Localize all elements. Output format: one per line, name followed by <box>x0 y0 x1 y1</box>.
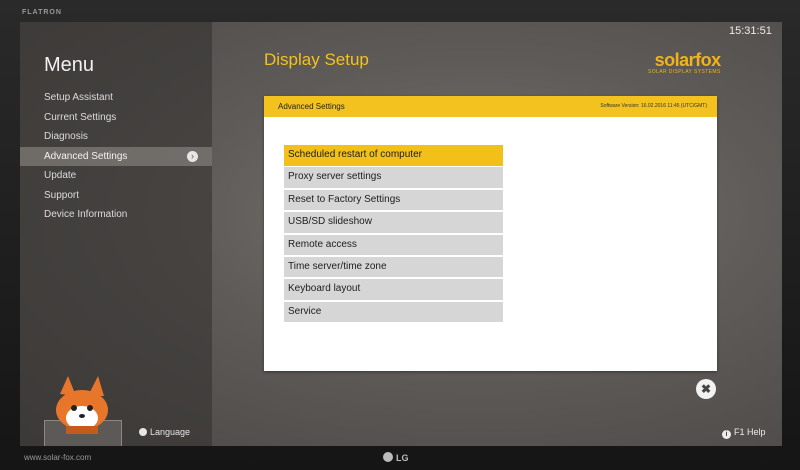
sidebar-item-diagnosis[interactable]: Diagnosis <box>20 127 212 147</box>
option-usb-sd-slideshow[interactable]: USB/SD slideshow <box>284 212 503 233</box>
sidebar-item-label: Device Information <box>44 209 128 220</box>
sidebar-item-advanced-settings[interactable]: Advanced Settings › <box>20 146 212 166</box>
solarfox-logo: solarfox SOLAR DISPLAY SYSTEMS <box>648 51 721 75</box>
dialog-title: Advanced Settings <box>278 102 345 111</box>
monitor-brand: FLATRON <box>22 9 62 16</box>
option-time-server[interactable]: Time server/time zone <box>284 256 503 278</box>
option-scheduled-restart[interactable]: Scheduled restart of computer <box>284 145 503 166</box>
chevron-right-icon: › <box>187 150 198 162</box>
website-url: www.solar-fox.com <box>24 453 92 462</box>
settings-options-list: Scheduled restart of computer Proxy serv… <box>284 145 503 324</box>
help-button[interactable]: i F1 Help <box>722 427 766 439</box>
page-title: Display Setup <box>264 50 369 69</box>
globe-icon <box>139 428 147 436</box>
menu-title: Menu <box>44 54 95 76</box>
logo-word: solarfox <box>654 50 722 70</box>
advanced-settings-dialog: Advanced Settings Software Version: 16.0… <box>264 96 717 371</box>
lg-logo: LG <box>383 452 409 463</box>
software-version: Software Version: 16.02.2016 11:45 (UTC/… <box>600 103 707 109</box>
screen: 15:31:51 Menu Setup Assistant Current Se… <box>20 22 782 446</box>
sidebar-item-label: Advanced Settings <box>44 150 128 162</box>
option-keyboard-layout[interactable]: Keyboard layout <box>284 279 503 300</box>
clock: 15:31:51 <box>729 25 772 37</box>
sidebar-item-support[interactable]: Support <box>20 186 212 206</box>
sidebar-item-current-settings[interactable]: Current Settings <box>20 108 212 128</box>
fox-mascot-icon <box>56 376 108 434</box>
option-reset-factory[interactable]: Reset to Factory Settings <box>284 189 503 211</box>
option-service[interactable]: Service <box>284 301 503 323</box>
sidebar-item-setup-assistant[interactable]: Setup Assistant <box>20 88 212 108</box>
close-button[interactable]: ✖ <box>696 379 716 399</box>
sidebar-item-update[interactable]: Update <box>20 166 212 186</box>
option-remote-access[interactable]: Remote access <box>284 234 503 256</box>
lg-label: LG <box>396 453 409 463</box>
menu-list: Setup Assistant Current Settings Diagnos… <box>20 88 212 225</box>
sidebar-item-label: Current Settings <box>44 111 117 123</box>
sidebar-item-device-information[interactable]: Device Information <box>20 205 212 225</box>
sidebar-item-label: Diagnosis <box>44 131 88 142</box>
logo-tagline: SOLAR DISPLAY SYSTEMS <box>648 69 721 75</box>
monitor-frame: FLATRON 15:31:51 Menu Setup Assistant Cu… <box>0 0 800 470</box>
info-icon: i <box>722 430 731 439</box>
sidebar-item-label: Update <box>44 170 77 181</box>
close-icon: ✖ <box>700 382 712 396</box>
option-proxy-server[interactable]: Proxy server settings <box>284 167 503 188</box>
sidebar-item-label: Setup Assistant <box>44 92 113 103</box>
sidebar: Menu Setup Assistant Current Settings Di… <box>20 22 212 446</box>
help-label: F1 Help <box>734 427 766 437</box>
sidebar-item-label: Support <box>44 189 80 201</box>
lg-logo-icon <box>383 452 393 462</box>
language-label: Language <box>150 427 191 437</box>
dialog-header: Advanced Settings Software Version: 16.0… <box>264 96 717 117</box>
language-button[interactable]: Language <box>139 427 190 437</box>
